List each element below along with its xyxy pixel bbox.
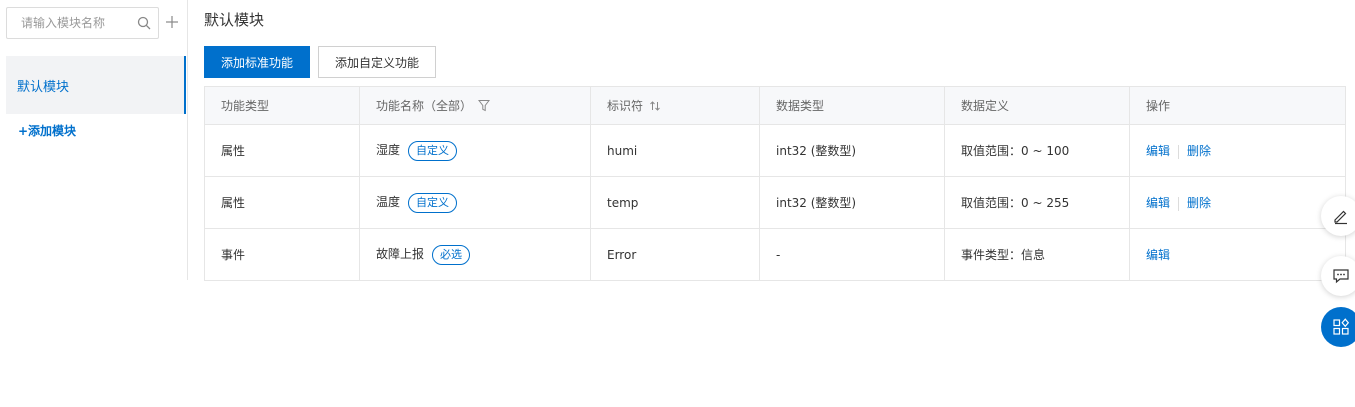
col-header-function-name: 功能名称（全部） (359, 86, 591, 125)
delete-link[interactable]: 删除 (1187, 196, 1211, 210)
action-divider (1178, 196, 1180, 211)
add-module-plus-icon[interactable] (164, 14, 180, 30)
cell-function-name: 温度 自定义 (359, 176, 591, 229)
function-table: 功能类型 功能名称（全部） 标识符 数据类型 数据定义 操作 属性 湿度 自定义… (204, 86, 1346, 281)
cell-data-definition: 取值范围：0 ~ 255 (944, 176, 1130, 229)
custom-tag: 自定义 (408, 140, 458, 161)
cell-identifier: humi (590, 124, 760, 177)
cell-function-name: 故障上报 必选 (359, 228, 591, 281)
add-custom-function-button[interactable]: 添加自定义功能 (318, 46, 436, 78)
delete-link[interactable]: 删除 (1187, 144, 1211, 158)
col-header-function-name-label: 功能名称（全部） (376, 99, 473, 113)
col-header-identifier: 标识符 (590, 86, 760, 125)
edit-link[interactable]: 编辑 (1146, 248, 1170, 262)
table-row: 属性 湿度 自定义 humi int32 (整数型) 取值范围：0 ~ 100 编… (204, 124, 1346, 177)
cell-function-type: 事件 (204, 228, 360, 281)
cell-data-definition: 取值范围：0 ~ 100 (944, 124, 1130, 177)
module-search-box (6, 7, 159, 39)
module-sidebar: 默认模块 +添加模块 (0, 0, 188, 280)
col-header-identifier-label: 标识符 (607, 99, 644, 113)
module-item-label: 默认模块 (17, 80, 70, 95)
col-header-data-definition: 数据定义 (944, 86, 1130, 125)
required-tag: 必选 (432, 244, 471, 265)
feedback-edit-button[interactable] (1321, 196, 1355, 236)
col-header-actions: 操作 (1129, 86, 1346, 125)
cell-data-definition: 事件类型：信息 (944, 228, 1130, 281)
search-icon[interactable] (137, 16, 151, 30)
table-row: 事件 故障上报 必选 Error - 事件类型：信息 编辑 (204, 228, 1346, 281)
chat-icon (1333, 269, 1349, 284)
cell-function-type: 属性 (204, 176, 360, 229)
function-name-text: 湿度 (376, 142, 401, 157)
table-row: 属性 温度 自定义 temp int32 (整数型) 取值范围：0 ~ 255 编… (204, 176, 1346, 229)
col-header-function-type: 功能类型 (204, 86, 360, 125)
function-name-text: 温度 (376, 194, 401, 209)
cell-identifier: temp (590, 176, 760, 229)
chat-button[interactable] (1321, 256, 1355, 296)
cell-function-name: 湿度 自定义 (359, 124, 591, 177)
cell-actions: 编辑 (1129, 228, 1346, 281)
sort-icon[interactable] (649, 100, 661, 112)
apps-button[interactable] (1321, 307, 1355, 347)
col-header-data-type: 数据类型 (759, 86, 945, 125)
module-item-default[interactable]: 默认模块 (6, 56, 186, 114)
table-header-row: 功能类型 功能名称（全部） 标识符 数据类型 数据定义 操作 (204, 86, 1346, 125)
cell-data-type: - (759, 228, 945, 281)
function-name-text: 故障上报 (376, 246, 425, 261)
cell-data-type: int32 (整数型) (759, 176, 945, 229)
action-divider (1178, 144, 1180, 159)
add-module-link[interactable]: +添加模块 (18, 122, 76, 139)
add-standard-function-button[interactable]: 添加标准功能 (204, 46, 310, 78)
cell-function-type: 属性 (204, 124, 360, 177)
filter-icon[interactable] (478, 99, 491, 112)
cell-data-type: int32 (整数型) (759, 124, 945, 177)
cell-actions: 编辑 删除 (1129, 124, 1346, 177)
page-title: 默认模块 (204, 11, 265, 29)
cell-actions: 编辑 删除 (1129, 176, 1346, 229)
cell-identifier: Error (590, 228, 760, 281)
edit-icon (1334, 210, 1347, 225)
edit-link[interactable]: 编辑 (1146, 144, 1170, 158)
apps-icon (1333, 318, 1350, 335)
custom-tag: 自定义 (408, 192, 458, 213)
module-search-input[interactable] (7, 8, 132, 38)
edit-link[interactable]: 编辑 (1146, 196, 1170, 210)
